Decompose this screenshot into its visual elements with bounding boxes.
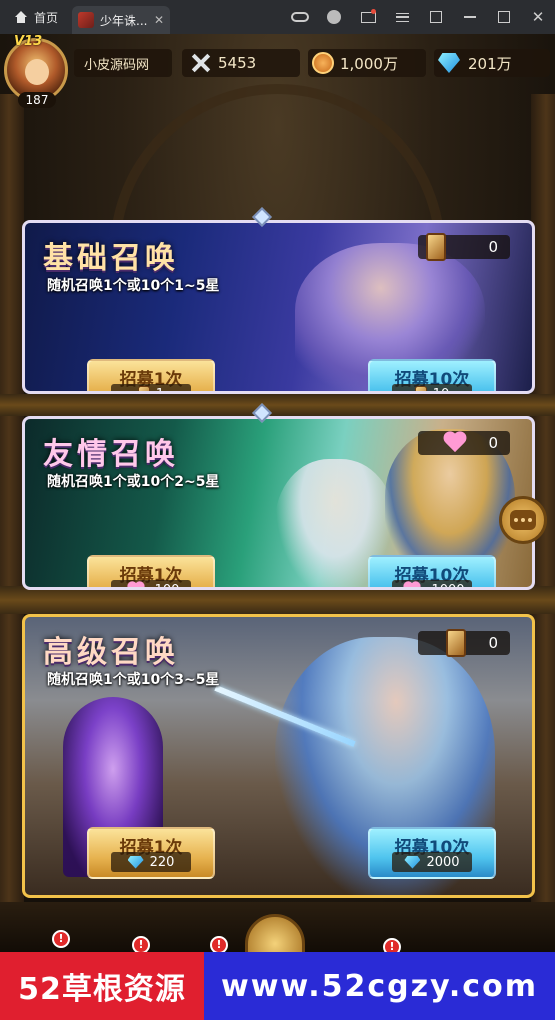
close-button[interactable]: ✕: [521, 0, 555, 34]
summon-subtitle: 随机召唤1个或10个3~5星: [47, 672, 220, 688]
game-tab[interactable]: 少年诛... ✕: [72, 6, 171, 34]
ticket-count: 0: [488, 634, 498, 652]
gold-value: 1,000万: [340, 54, 398, 73]
summon-ten-button[interactable]: 招募10次 1000: [368, 555, 496, 590]
pin-button[interactable]: [419, 0, 453, 34]
player-name-box: 小皮源码网: [74, 49, 172, 77]
ticket-icon: [426, 233, 446, 261]
background-pillar-left: [0, 94, 24, 952]
gold-coin-icon: [312, 52, 334, 74]
tab-close-icon[interactable]: ✕: [154, 13, 164, 27]
watermark-banner: 52草根资源 www.52cgzy.com: [0, 952, 555, 1020]
summon-ten-button[interactable]: 招募10次 2000: [368, 827, 496, 879]
home-tab[interactable]: 首页: [0, 0, 72, 34]
alert-badge: !: [132, 936, 150, 952]
banner-site-name: 52草根资源: [0, 952, 204, 1020]
diamond-icon: [438, 53, 460, 73]
player-level: 187: [18, 92, 56, 108]
resource-bar: V13 187 小皮源码网 5453 1,000万 201万: [0, 34, 555, 108]
cost-box: 2000: [392, 852, 472, 872]
summon-ten-button[interactable]: 招募10次 10: [368, 359, 496, 394]
alert-badge: !: [210, 936, 228, 952]
card-divider: [0, 394, 555, 416]
maximize-icon: [498, 11, 510, 23]
chat-button[interactable]: [499, 496, 547, 544]
game-app-icon: [78, 12, 95, 28]
ticket-counter: 0: [418, 233, 510, 261]
player-name: 小皮源码网: [84, 57, 150, 73]
basic-summon-card[interactable]: 基础召唤 随机召唤1个或10个1~5星 0 招募1次 1 招募10次 10: [22, 220, 535, 394]
heart-icon: [442, 432, 468, 454]
cost-box: 220: [111, 852, 191, 872]
summon-title: 友情召唤: [43, 437, 179, 472]
maximize-button[interactable]: [487, 0, 521, 34]
home-icon: [14, 11, 28, 23]
diamond-icon: [404, 855, 421, 869]
cost-box: 1: [111, 384, 191, 394]
ticket-count: 0: [488, 238, 498, 256]
summon-once-button[interactable]: 招募1次 100: [87, 555, 215, 590]
heart-counter: 0: [418, 431, 510, 455]
cost-box: 1000: [392, 580, 472, 590]
home-tab-label: 首页: [34, 10, 59, 25]
game-tab-label: 少年诛...: [100, 13, 148, 28]
ticket-icon: [414, 386, 427, 391]
summon-title: 高级召唤: [43, 635, 179, 670]
heart-icon: [126, 582, 146, 587]
menu-button[interactable]: [385, 0, 419, 34]
power-value: 5453: [218, 54, 257, 72]
cost-value: 1000: [431, 582, 465, 590]
summon-once-button[interactable]: 招募1次 1: [87, 359, 215, 394]
cost-value: 10: [432, 386, 450, 394]
mail-button[interactable]: [351, 0, 385, 34]
cost-value: 1: [155, 386, 165, 394]
minimize-icon: [464, 16, 476, 18]
window-titlebar: 首页 少年诛... ✕ ✕: [0, 0, 555, 34]
friendship-summon-card[interactable]: 友情召唤 随机召唤1个或10个2~5星 0 招募1次 100 招募10次 100…: [22, 416, 535, 590]
summon-once-button[interactable]: 招募1次 220: [87, 827, 215, 879]
minimize-button[interactable]: [453, 0, 487, 34]
cost-value: 100: [154, 582, 180, 590]
chat-bubble-icon: [510, 510, 536, 530]
vip-level: V13: [14, 34, 43, 49]
cost-box: 100: [111, 580, 191, 590]
diamond-icon: [127, 855, 144, 869]
card-divider: [0, 586, 555, 614]
summon-subtitle: 随机召唤1个或10个2~5星: [47, 474, 220, 490]
cost-value: 220: [149, 854, 175, 870]
ticket-counter: 0: [418, 629, 510, 657]
summon-subtitle: 随机召唤1个或10个1~5星: [47, 278, 220, 294]
banner-site-url[interactable]: www.52cgzy.com: [204, 952, 555, 1020]
power-box: 5453: [182, 49, 300, 77]
menu-icon: [395, 12, 409, 22]
account-icon: [327, 10, 341, 24]
heart-icon: [403, 582, 423, 587]
avatar-face: [25, 59, 49, 85]
summon-title: 基础召唤: [43, 241, 179, 276]
mail-notification-dot: [371, 9, 376, 14]
advanced-summon-card[interactable]: 高级召唤 随机召唤1个或10个3~5星 0 招募1次 220 招募10次 200…: [22, 614, 535, 898]
crossed-swords-icon: [188, 52, 214, 74]
alert-badge: !: [52, 930, 70, 948]
gold-box[interactable]: 1,000万: [308, 49, 426, 77]
heart-count: 0: [488, 434, 498, 452]
cost-box: 10: [392, 384, 472, 394]
gamepad-icon: [291, 12, 309, 22]
gem-value: 201万: [468, 54, 512, 73]
gem-box[interactable]: 201万: [434, 49, 550, 77]
game-viewport: V13 187 小皮源码网 5453 1,000万 201万 基础召唤 随机召唤…: [0, 34, 555, 952]
close-icon: ✕: [531, 8, 545, 26]
gamepad-button[interactable]: [283, 0, 317, 34]
ticket-icon: [137, 386, 150, 391]
pin-icon: [430, 11, 442, 23]
alert-badge: !: [383, 938, 401, 952]
ticket-icon: [446, 629, 466, 657]
account-button[interactable]: [317, 0, 351, 34]
cost-value: 2000: [426, 854, 460, 870]
